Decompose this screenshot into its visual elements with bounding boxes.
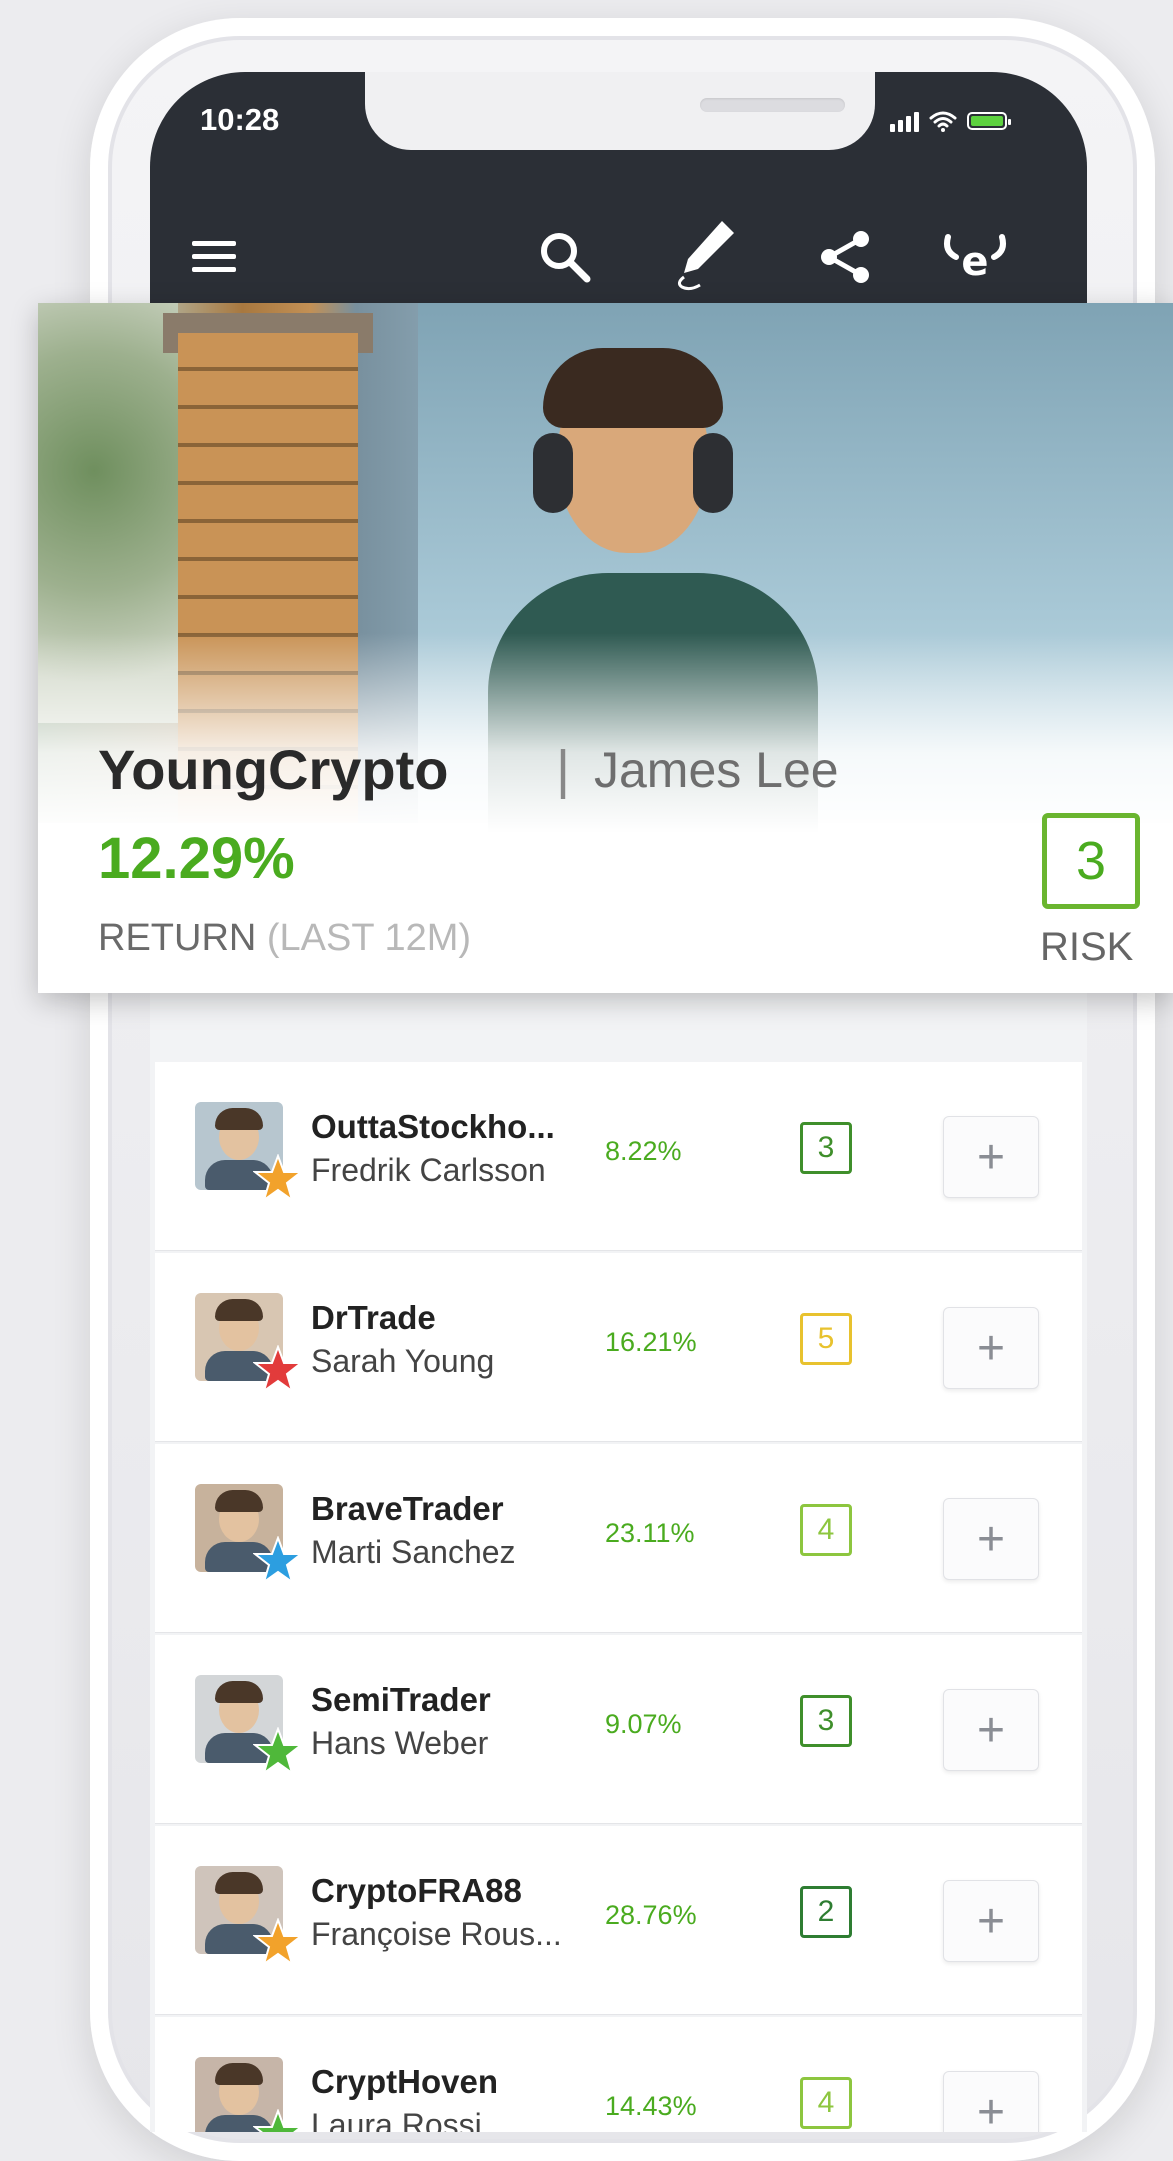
trader-row[interactable]: SemiTrader Hans Weber 9.07% 3 + xyxy=(155,1635,1082,1824)
star-badge-icon xyxy=(253,1918,303,1967)
featured-username: YoungCrypto xyxy=(98,738,449,801)
trader-real-name: Laura Rossi xyxy=(311,2107,482,2132)
star-badge-icon xyxy=(253,1345,303,1394)
trader-row[interactable]: CryptoFRA88 Françoise Rous... 28.76% 2 + xyxy=(155,1826,1082,2015)
return-label: RETURN (LAST 12M) xyxy=(98,917,471,960)
copy-trader-button[interactable]: + xyxy=(943,1116,1039,1198)
status-icons xyxy=(890,110,1011,132)
top-bar: 10:28 e xyxy=(150,72,1087,327)
copy-trader-button[interactable]: + xyxy=(943,2071,1039,2132)
trader-risk-score: 4 xyxy=(800,2077,852,2129)
signal-icon xyxy=(890,110,919,132)
copy-trader-button[interactable]: + xyxy=(943,1307,1039,1389)
trader-list: OuttaStockho... Fredrik Carlsson 8.22% 3… xyxy=(155,1062,1082,2132)
trader-username[interactable]: OuttaStockho... xyxy=(311,1108,555,1146)
trader-avatar[interactable] xyxy=(195,1293,303,1394)
trader-risk-score: 5 xyxy=(800,1313,852,1365)
status-time: 10:28 xyxy=(200,102,280,137)
trader-risk-score: 3 xyxy=(800,1695,852,1747)
copy-trader-button[interactable]: + xyxy=(943,1689,1039,1771)
trader-return: 16.21% xyxy=(605,1327,697,1357)
trader-avatar[interactable] xyxy=(195,1102,303,1203)
menu-icon[interactable] xyxy=(180,222,250,292)
trader-username[interactable]: CryptHoven xyxy=(311,2063,498,2101)
trader-real-name: Marti Sanchez xyxy=(311,1534,516,1570)
trader-row[interactable]: DrTrade Sarah Young 16.21% 5 + xyxy=(155,1253,1082,1442)
device-notch xyxy=(365,72,875,150)
speaker-grille xyxy=(700,98,845,112)
trader-return: 23.11% xyxy=(605,1518,695,1548)
trader-risk-score: 3 xyxy=(800,1122,852,1174)
trader-risk-score: 2 xyxy=(800,1886,852,1938)
svg-text:e: e xyxy=(961,239,988,285)
name-separator: | xyxy=(556,740,571,800)
star-badge-icon xyxy=(253,1536,303,1585)
etoro-logo-icon[interactable]: e xyxy=(940,222,1010,292)
trader-row[interactable]: BraveTrader Marti Sanchez 23.11% 4 + xyxy=(155,1444,1082,1633)
trader-username[interactable]: CryptoFRA88 xyxy=(311,1872,522,1910)
trader-risk-score: 4 xyxy=(800,1504,852,1556)
featured-risk-score: 3 xyxy=(1042,813,1140,909)
copy-trader-button[interactable]: + xyxy=(943,1498,1039,1580)
trader-username[interactable]: BraveTrader xyxy=(311,1490,504,1528)
wifi-icon xyxy=(929,111,957,132)
risk-label: RISK xyxy=(1040,925,1134,969)
featured-trader-card[interactable]: YoungCrypto | James Lee 12.29% RETURN (L… xyxy=(38,303,1173,993)
trader-avatar[interactable] xyxy=(195,1675,303,1776)
trader-return: 8.22% xyxy=(605,1136,682,1166)
search-icon[interactable] xyxy=(530,222,600,292)
trader-username[interactable]: SemiTrader xyxy=(311,1681,491,1719)
featured-real-name: James Lee xyxy=(594,742,839,798)
trader-return: 9.07% xyxy=(605,1709,682,1739)
trader-real-name: Fredrik Carlsson xyxy=(311,1152,546,1188)
star-badge-icon xyxy=(253,1154,303,1203)
featured-return-value: 12.29% xyxy=(98,826,295,891)
trader-avatar[interactable] xyxy=(195,1866,303,1967)
trader-avatar[interactable] xyxy=(195,1484,303,1585)
edit-pencil-icon[interactable] xyxy=(670,221,740,292)
return-period: (LAST 12M) xyxy=(266,917,472,959)
battery-icon xyxy=(967,112,1011,130)
trader-avatar[interactable] xyxy=(195,2057,303,2132)
trader-row[interactable]: CryptHoven Laura Rossi 14.43% 4 + xyxy=(155,2017,1082,2132)
star-badge-icon xyxy=(253,2109,303,2132)
trader-username[interactable]: DrTrade xyxy=(311,1299,436,1337)
trader-real-name: Françoise Rous... xyxy=(311,1916,562,1952)
copy-trader-button[interactable]: + xyxy=(943,1880,1039,1962)
trader-real-name: Sarah Young xyxy=(311,1343,495,1379)
share-icon[interactable] xyxy=(810,222,880,292)
star-badge-icon xyxy=(253,1727,303,1776)
trader-return: 14.43% xyxy=(605,2091,697,2121)
trader-row[interactable]: OuttaStockho... Fredrik Carlsson 8.22% 3… xyxy=(155,1062,1082,1251)
trader-return: 28.76% xyxy=(605,1900,697,1930)
trader-real-name: Hans Weber xyxy=(311,1725,489,1761)
return-label-text: RETURN xyxy=(98,917,257,959)
